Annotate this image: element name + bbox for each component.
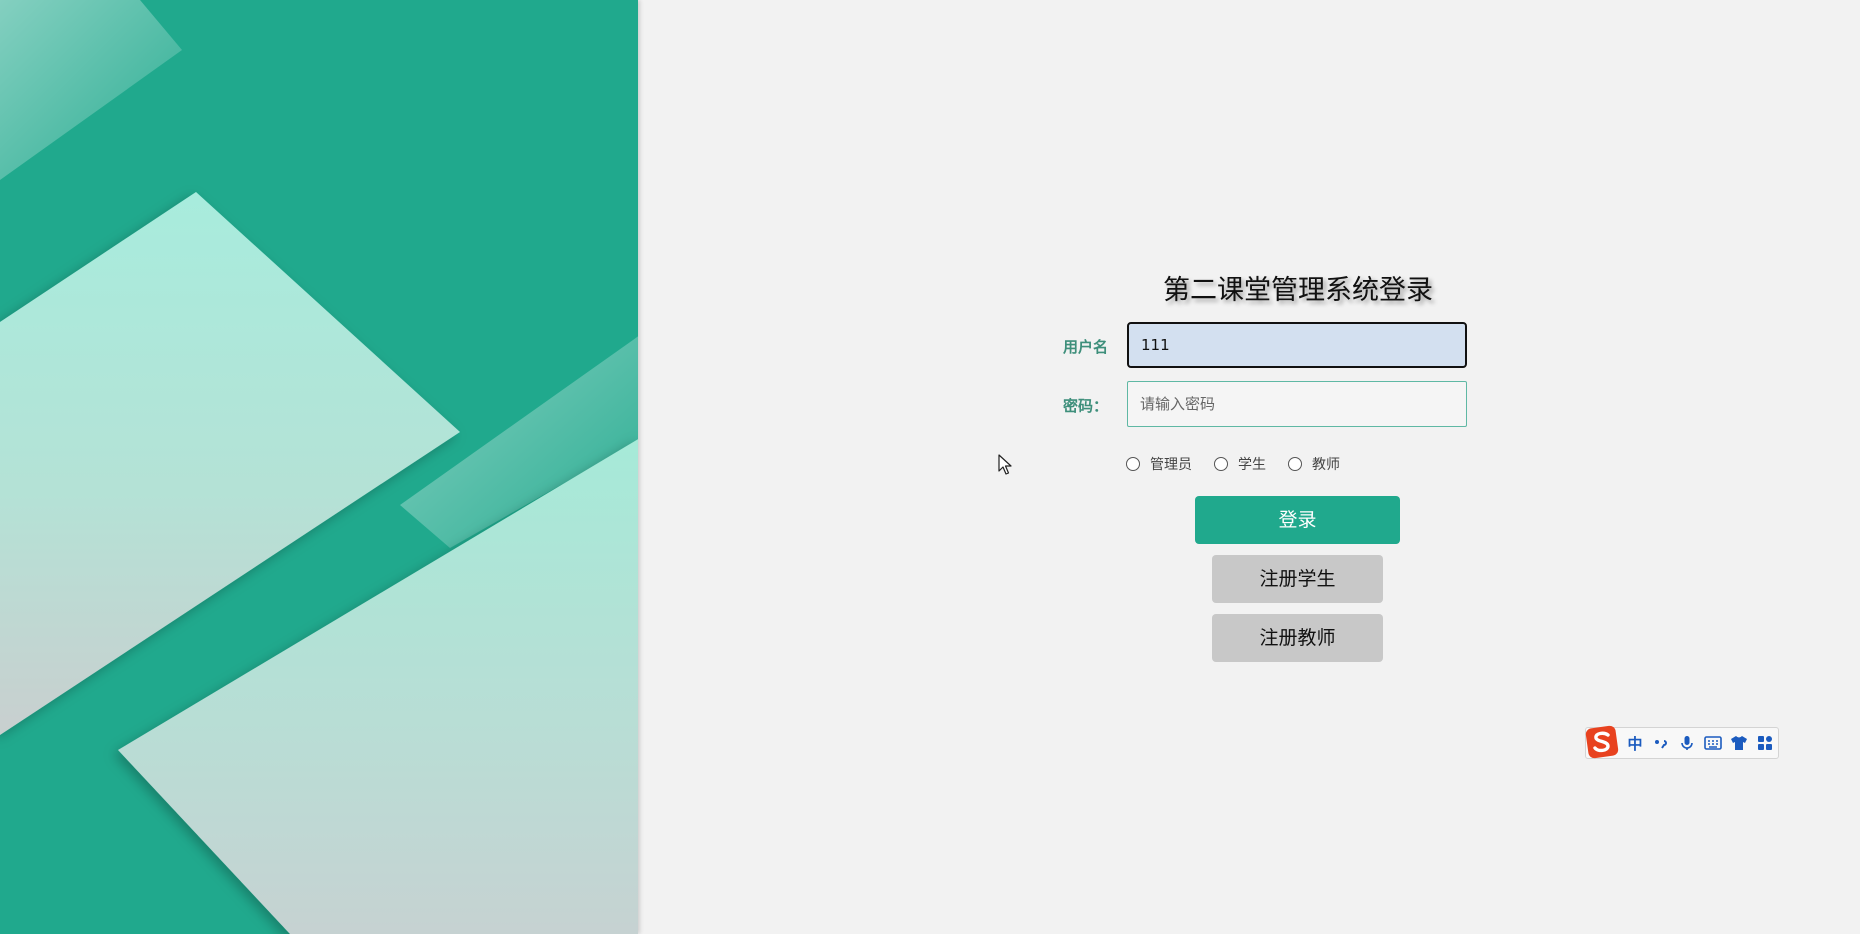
mouse-cursor-icon bbox=[998, 454, 1012, 475]
username-label: 用户名 bbox=[1063, 338, 1109, 356]
role-option-admin[interactable]: 管理员 bbox=[1126, 454, 1192, 474]
role-option-teacher[interactable]: 教师 bbox=[1288, 454, 1340, 474]
microphone-icon[interactable] bbox=[1676, 732, 1698, 754]
radio-button-student[interactable] bbox=[1214, 457, 1228, 471]
radio-button-teacher[interactable] bbox=[1288, 457, 1302, 471]
toolbox-grid-icon[interactable] bbox=[1754, 732, 1776, 754]
role-label-student: 学生 bbox=[1238, 457, 1266, 473]
role-option-student[interactable]: 学生 bbox=[1214, 454, 1266, 474]
register-student-button[interactable]: 注册学生 bbox=[1212, 555, 1383, 603]
role-radio-group: 管理员 学生 教师 bbox=[1126, 452, 1362, 476]
geometric-background-art bbox=[0, 0, 638, 934]
login-button[interactable]: 登录 bbox=[1195, 496, 1400, 544]
password-input[interactable] bbox=[1127, 381, 1467, 427]
role-label-admin: 管理员 bbox=[1150, 457, 1192, 473]
decorative-background-panel bbox=[0, 0, 638, 934]
username-input[interactable] bbox=[1127, 322, 1467, 368]
sogou-logo-icon[interactable] bbox=[1584, 724, 1620, 760]
keyboard-icon[interactable] bbox=[1702, 732, 1724, 754]
radio-button-admin[interactable] bbox=[1126, 457, 1140, 471]
register-teacher-button[interactable]: 注册教师 bbox=[1212, 614, 1383, 662]
ime-mode-chinese[interactable]: 中 bbox=[1624, 732, 1646, 754]
skin-shirt-icon[interactable] bbox=[1728, 732, 1750, 754]
punctuation-icon[interactable] bbox=[1650, 732, 1672, 754]
password-label: 密码： bbox=[1063, 397, 1109, 415]
role-label-teacher: 教师 bbox=[1312, 457, 1340, 473]
ime-toolbar: 中 bbox=[1584, 724, 1779, 760]
page-title: 第二课堂管理系统登录 bbox=[1163, 275, 1433, 306]
